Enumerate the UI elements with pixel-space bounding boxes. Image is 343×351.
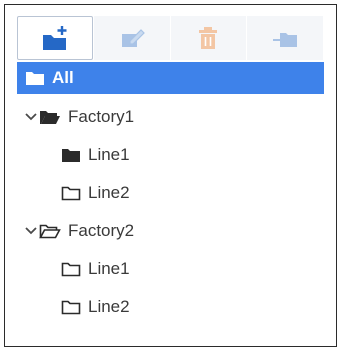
tree-item-all[interactable]: All <box>17 62 324 94</box>
toolbar <box>17 16 324 62</box>
tree-item-factory1[interactable]: Factory1 <box>17 98 324 136</box>
move-button[interactable] <box>247 16 323 60</box>
tree-item-label: All <box>52 68 74 87</box>
folder-outline-icon <box>61 262 81 277</box>
delete-button[interactable] <box>170 16 247 60</box>
tree-item-factory2-line2[interactable]: Line2 <box>17 288 324 326</box>
folder-tree: All Factory1 Line1 Line2 Factory2 Line1 … <box>17 62 324 326</box>
folder-open-filled-icon <box>39 109 61 125</box>
chevron-down-icon[interactable] <box>23 113 39 121</box>
folder-plus-icon <box>40 24 70 52</box>
tree-item-factory1-line1[interactable]: Line1 <box>17 136 324 174</box>
tree-item-factory2[interactable]: Factory2 <box>17 212 324 250</box>
tree-item-label: Line1 <box>88 259 130 278</box>
folder-filled-icon <box>61 148 81 163</box>
tree-item-label: Factory1 <box>68 107 135 126</box>
edit-button[interactable] <box>93 16 170 60</box>
tree-item-factory2-line1[interactable]: Line1 <box>17 250 324 288</box>
folder-outline-icon <box>61 300 81 315</box>
tree-item-label: Line2 <box>88 183 130 202</box>
folder-outline-icon <box>61 186 81 201</box>
tree-item-label: Factory2 <box>68 221 135 240</box>
folder-icon <box>25 71 45 86</box>
trash-icon <box>196 25 220 51</box>
tree-item-factory1-line2[interactable]: Line2 <box>17 174 324 212</box>
move-to-folder-icon <box>271 26 299 50</box>
folder-tree-panel: All Factory1 Line1 Line2 Factory2 Line1 … <box>4 4 337 347</box>
tree-item-label: Line2 <box>88 297 130 316</box>
edit-icon <box>119 26 145 50</box>
chevron-down-icon[interactable] <box>23 227 39 235</box>
add-folder-button[interactable] <box>17 16 93 60</box>
folder-open-outline-icon <box>39 223 61 239</box>
tree-item-label: Line1 <box>88 145 130 164</box>
